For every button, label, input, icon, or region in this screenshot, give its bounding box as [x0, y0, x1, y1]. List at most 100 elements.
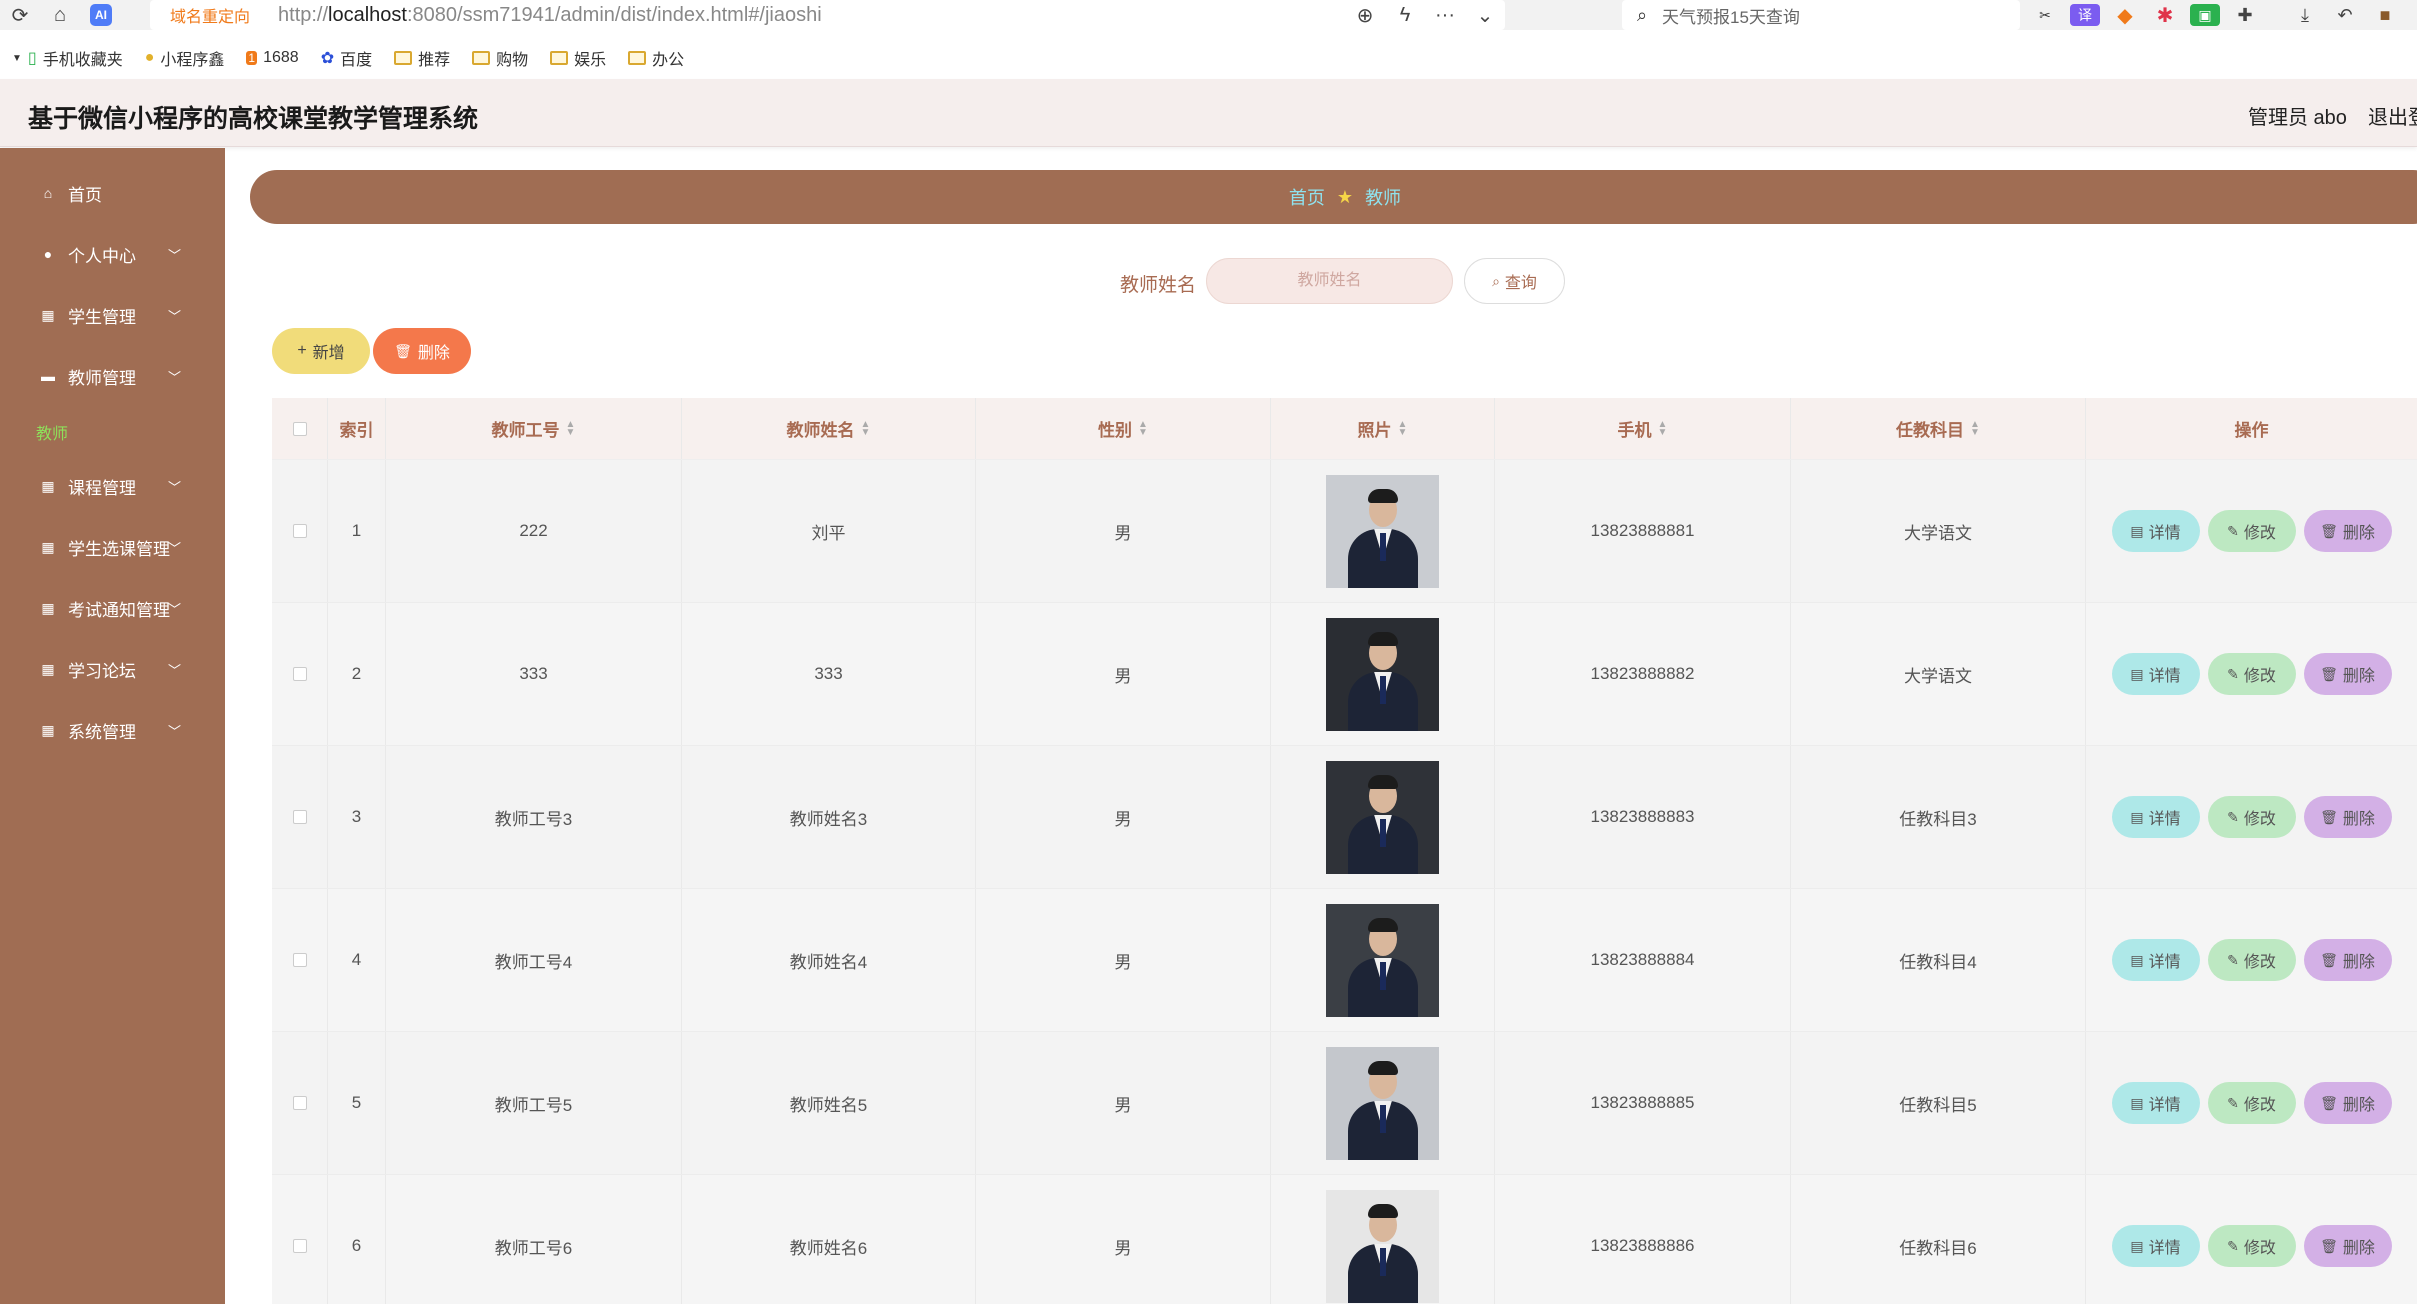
bookmark-mobile[interactable]: ▯ 手机收藏夹	[28, 46, 123, 70]
teacher-photo[interactable]	[1326, 617, 1439, 731]
sidebar-item-forum[interactable]: ▦ 学习论坛 ﹀	[0, 649, 225, 689]
col-gender[interactable]: 性别 ▲ ▼	[976, 398, 1271, 459]
briefcase-icon[interactable]: ■	[2370, 4, 2400, 26]
bookmark-1688[interactable]: 1 1688	[246, 49, 299, 67]
detail-button[interactable]: ▤ 详情	[2111, 939, 2200, 981]
bookmark-office[interactable]: 办公	[628, 46, 684, 70]
folder-icon	[394, 51, 413, 65]
folder-icon	[628, 51, 647, 65]
teacher-photo[interactable]	[1326, 474, 1439, 588]
pencil-icon: ✎	[2227, 1237, 2239, 1254]
batch-delete-button[interactable]: 🗑 删除	[373, 328, 471, 374]
detail-button[interactable]: ▤ 详情	[2111, 653, 2200, 695]
row-checkbox[interactable]	[292, 1239, 307, 1253]
sidebar-item-courses[interactable]: ▦ 课程管理 ﹀	[0, 466, 225, 506]
caret-down-icon[interactable]: ▼	[12, 53, 22, 64]
delete-button[interactable]: 🗑 删除	[2303, 1225, 2392, 1267]
sidebar-item-home[interactable]: ⌂ 首页	[0, 173, 225, 213]
teacher-photo[interactable]	[1326, 1189, 1439, 1303]
cell-teacher-no: 333	[386, 603, 682, 745]
bookmark-miniprogram[interactable]: ● 小程序鑫	[145, 46, 225, 70]
row-checkbox[interactable]	[292, 953, 307, 967]
sort-icon[interactable]: ▲ ▼	[1970, 419, 1980, 437]
row-select-cell	[272, 1032, 328, 1174]
extensions-row: ✂ 译 ◆ ✱ ▣ ✚ ⤓ ↶ ■	[2030, 0, 2410, 30]
ai-assistant-icon[interactable]: AI	[90, 4, 112, 26]
col-teacher-no[interactable]: 教师工号 ▲ ▼	[386, 398, 682, 459]
bookmark-entertainment[interactable]: 娱乐	[550, 46, 606, 70]
cell-gender: 男	[976, 1175, 1271, 1304]
translate-icon[interactable]: 译	[2070, 4, 2100, 26]
sidebar-item-exam-notice[interactable]: ▦ 考试通知管理 ﹀	[0, 588, 225, 628]
col-photo[interactable]: 照片 ▲ ▼	[1271, 398, 1495, 459]
select-all-checkbox[interactable]	[292, 421, 307, 436]
sort-icon[interactable]: ▲ ▼	[861, 419, 871, 437]
row-checkbox[interactable]	[292, 524, 307, 538]
edit-button[interactable]: ✎ 修改	[2207, 1225, 2296, 1267]
logout-button[interactable]: 退出登录	[2368, 101, 2417, 130]
sidebar-item-course-selection[interactable]: ▦ 学生选课管理 ﹀	[0, 527, 225, 567]
row-select-cell	[272, 460, 328, 602]
reload-icon[interactable]: ⟳	[0, 0, 40, 30]
sidebar-item-teachers[interactable]: ▬ 教师管理 ﹀	[0, 356, 225, 396]
lightning-icon[interactable]: ϟ	[1385, 4, 1425, 27]
sort-icon[interactable]: ▲ ▼	[1138, 419, 1148, 437]
document-icon: ▤	[2130, 1094, 2144, 1111]
star-icon: ★	[1336, 186, 1354, 207]
col-subject[interactable]: 任教科目 ▲ ▼	[1791, 398, 2086, 459]
edit-button[interactable]: ✎ 修改	[2207, 939, 2296, 981]
puzzle-red-icon[interactable]: ✱	[2150, 4, 2180, 27]
delete-button[interactable]: 🗑 删除	[2303, 939, 2392, 981]
delete-button[interactable]: 🗑 删除	[2303, 510, 2392, 552]
teacher-name-search-input[interactable]	[1206, 258, 1453, 304]
detail-button[interactable]: ▤ 详情	[2111, 510, 2200, 552]
pencil-icon: ✎	[2227, 1094, 2239, 1111]
fox-icon[interactable]: ◆	[2110, 4, 2140, 27]
bookmark-recommend[interactable]: 推荐	[394, 46, 450, 70]
sidebar-item-system[interactable]: ▦ 系统管理 ﹀	[0, 710, 225, 750]
row-checkbox[interactable]	[292, 667, 307, 681]
delete-button[interactable]: 🗑 删除	[2303, 1082, 2392, 1124]
scissors-icon[interactable]: ✂	[2030, 4, 2060, 26]
bookmark-shopping[interactable]: 购物	[472, 46, 528, 70]
sort-icon[interactable]: ▲ ▼	[566, 419, 576, 437]
undo-icon[interactable]: ↶	[2330, 4, 2360, 26]
teacher-photo[interactable]	[1326, 1046, 1439, 1160]
col-teacher-name[interactable]: 教师姓名 ▲ ▼	[682, 398, 976, 459]
edit-button[interactable]: ✎ 修改	[2207, 796, 2296, 838]
edit-button[interactable]: ✎ 修改	[2207, 510, 2296, 552]
row-checkbox[interactable]	[292, 1096, 307, 1110]
zoom-icon[interactable]: ⊕	[1345, 3, 1385, 28]
download-icon[interactable]: ⤓	[2290, 4, 2320, 26]
row-select-cell	[272, 603, 328, 745]
row-checkbox[interactable]	[292, 810, 307, 824]
detail-button[interactable]: ▤ 详情	[2111, 1082, 2200, 1124]
browser-search-box[interactable]: ⌕ 天气预报15天查询	[1622, 0, 2020, 30]
sidebar-subitem-teacher[interactable]: 教师	[36, 420, 68, 444]
sort-icon[interactable]: ▲ ▼	[1658, 419, 1668, 437]
breadcrumb-home[interactable]: 首页	[1289, 184, 1325, 210]
cell-phone: 13823888882	[1495, 603, 1791, 745]
edit-button[interactable]: ✎ 修改	[2207, 653, 2296, 695]
grid-icon: ▦	[41, 721, 55, 738]
table-row: 1 222 刘平 男 13823888881 大学语文 ▤ 详情 ✎ 修改 🗑 删除	[272, 460, 2417, 603]
extensions-icon[interactable]: ✚	[2230, 4, 2260, 26]
bookmark-baidu[interactable]: ✿ 百度	[321, 46, 372, 70]
board-icon: ▬	[41, 368, 55, 384]
home-icon[interactable]: ⌂	[40, 0, 80, 30]
col-phone[interactable]: 手机 ▲ ▼	[1495, 398, 1791, 459]
more-icon[interactable]: ···	[1425, 4, 1465, 27]
add-button[interactable]: + 新增	[272, 328, 370, 374]
detail-button[interactable]: ▤ 详情	[2111, 1225, 2200, 1267]
teacher-photo[interactable]	[1326, 903, 1439, 1017]
edit-button[interactable]: ✎ 修改	[2207, 1082, 2296, 1124]
delete-button[interactable]: 🗑 删除	[2303, 653, 2392, 695]
book-icon[interactable]: ▣	[2190, 4, 2220, 26]
chevron-down-icon[interactable]: ⌄	[1465, 3, 1505, 28]
teacher-photo[interactable]	[1326, 760, 1439, 874]
sort-icon[interactable]: ▲ ▼	[1398, 419, 1408, 437]
address-bar[interactable]: 域名重定向 http://localhost:8080/ssm71941/adm…	[150, 0, 1505, 30]
query-button[interactable]: ⌕ 查询	[1464, 258, 1565, 304]
detail-button[interactable]: ▤ 详情	[2111, 796, 2200, 838]
delete-button[interactable]: 🗑 删除	[2303, 796, 2392, 838]
